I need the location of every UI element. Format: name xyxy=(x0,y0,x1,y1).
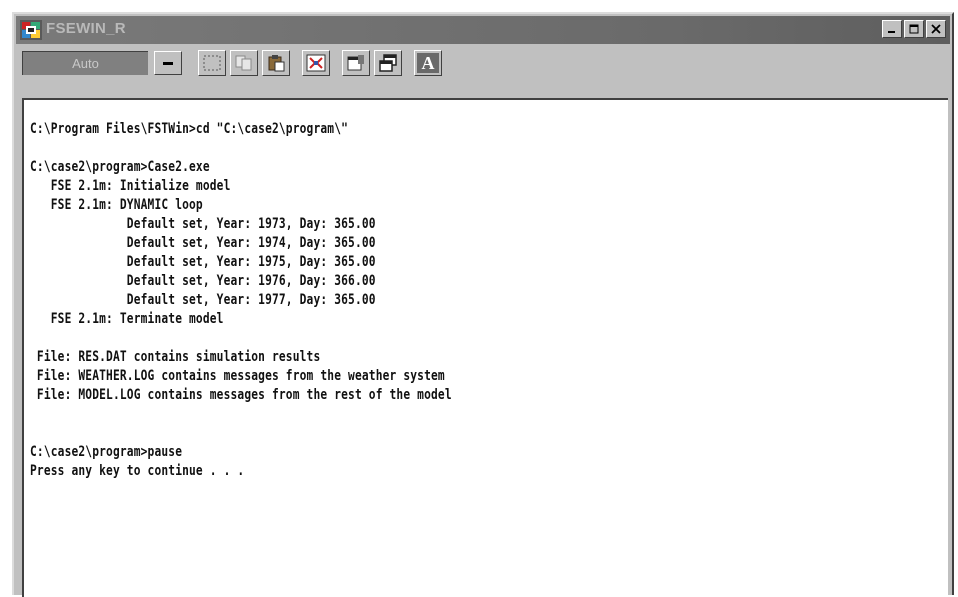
app-icon[interactable] xyxy=(20,20,42,40)
console-line: FSE 2.1m: DYNAMIC loop xyxy=(30,197,203,213)
font-icon: A xyxy=(417,53,439,73)
console-line: Default set, Year: 1974, Day: 365.00 xyxy=(30,235,376,251)
console-line: C:\case2\program>Case2.exe xyxy=(30,159,210,175)
properties-button[interactable] xyxy=(342,50,370,76)
window-controls xyxy=(882,20,946,38)
properties-icon xyxy=(347,55,364,71)
font-size-value: Auto xyxy=(22,51,148,75)
console-line: File: MODEL.LOG contains messages from t… xyxy=(30,387,452,403)
minimize-icon xyxy=(888,31,895,33)
background-button[interactable] xyxy=(374,50,402,76)
toolbar: Auto A xyxy=(16,46,950,80)
console-line: Default set, Year: 1977, Day: 365.00 xyxy=(30,292,376,308)
console-line: Default set, Year: 1975, Day: 365.00 xyxy=(30,254,376,270)
copy-icon xyxy=(235,55,252,71)
copy-button[interactable] xyxy=(230,50,258,76)
window-title: FSEWIN_R xyxy=(46,20,126,37)
paste-button[interactable] xyxy=(262,50,290,76)
close-button[interactable] xyxy=(926,20,946,38)
maximize-button[interactable] xyxy=(904,20,924,38)
console-line: Default set, Year: 1973, Day: 365.00 xyxy=(30,216,376,232)
font-size-select[interactable]: Auto xyxy=(22,51,186,75)
background-icon xyxy=(379,54,397,72)
mark-button[interactable] xyxy=(198,50,226,76)
close-icon xyxy=(931,24,941,34)
console-lines: C:\Program Files\FSTWin>cd "C:\case2\pro… xyxy=(30,120,571,481)
console-line: File: RES.DAT contains simulation result… xyxy=(30,349,321,365)
full-screen-button[interactable] xyxy=(302,50,330,76)
console-line: FSE 2.1m: Initialize model xyxy=(30,178,231,194)
font-button[interactable]: A xyxy=(414,50,442,76)
chevron-down-icon xyxy=(163,62,173,65)
console-line: Default set, Year: 1976, Day: 366.00 xyxy=(30,273,376,289)
font-size-dropdown-button[interactable] xyxy=(154,51,182,75)
console-line: FSE 2.1m: Terminate model xyxy=(30,311,224,327)
console-output[interactable]: C:\Program Files\FSTWin>cd "C:\case2\pro… xyxy=(22,98,948,597)
maximize-icon xyxy=(909,24,919,34)
paste-icon xyxy=(268,55,285,72)
minimize-button[interactable] xyxy=(882,20,902,38)
console-line: File: WEATHER.LOG contains messages from… xyxy=(30,368,445,384)
title-bar[interactable]: FSEWIN_R xyxy=(16,16,950,44)
console-window: FSEWIN_R Auto A C:\Program Files\FSTWin>… xyxy=(12,12,954,597)
console-line: C:\Program Files\FSTWin>cd "C:\case2\pro… xyxy=(30,121,349,137)
console-line: Press any key to continue . . . xyxy=(30,463,245,479)
mark-icon xyxy=(203,55,221,71)
console-line: C:\case2\program>pause xyxy=(30,444,183,460)
full-screen-icon xyxy=(306,54,326,72)
